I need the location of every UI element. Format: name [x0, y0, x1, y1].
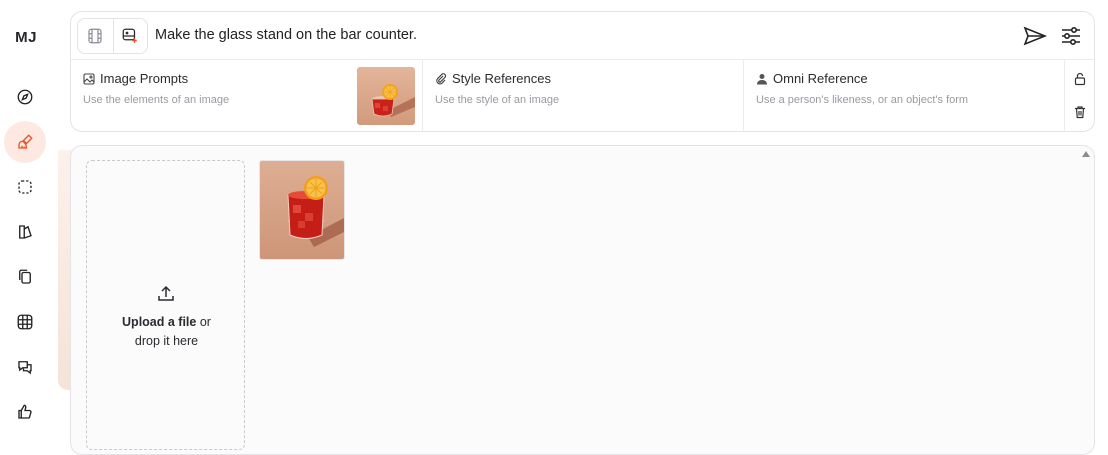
- image-reference-button[interactable]: [112, 19, 148, 53]
- uploaded-image[interactable]: [259, 160, 345, 260]
- selection-icon: [18, 180, 32, 194]
- image-add-icon: [122, 28, 137, 43]
- sidebar: MJ: [0, 0, 52, 441]
- upload-instructions: Upload a file or drop it here: [122, 315, 211, 348]
- prompt-input[interactable]: Make the glass stand on the bar counter.: [155, 27, 417, 43]
- sidebar-item-explore[interactable]: [4, 76, 46, 118]
- style-references-subtitle: Use the style of an image: [435, 94, 560, 106]
- upload-dropzone[interactable]: Upload a file or drop it here: [86, 160, 245, 450]
- prompt-card: Make the glass stand on the bar counter.…: [70, 11, 1095, 132]
- send-icon[interactable]: [1023, 25, 1047, 47]
- image-prompts-title: Image Prompts: [100, 71, 189, 86]
- unlock-icon[interactable]: [1073, 72, 1087, 86]
- image-prompts-header: Image Prompts: [83, 71, 188, 86]
- grid-icon: [17, 314, 33, 330]
- paperclip-icon: [436, 72, 447, 84]
- omni-reference-subtitle: Use a person's likeness, or an object's …: [756, 94, 969, 106]
- sidebar-item-organize[interactable]: [4, 211, 46, 253]
- image-prompts-section[interactable]: Image Prompts Use the elements of an ima…: [71, 60, 423, 131]
- sidebar-item-create[interactable]: [4, 121, 46, 163]
- copy-icon: [19, 269, 31, 284]
- image-prompts-subtitle: Use the elements of an image: [83, 94, 230, 106]
- reference-row: Image Prompts Use the elements of an ima…: [71, 60, 1094, 131]
- image-prompt-thumbnail[interactable]: [357, 67, 415, 125]
- image-icon: [83, 72, 95, 85]
- thumbs-up-icon: [18, 404, 32, 419]
- cocktail-image: [260, 161, 344, 259]
- style-references-title: Style References: [452, 71, 551, 86]
- brush-icon: [18, 134, 33, 149]
- image-library-panel: Upload a file or drop it here: [70, 145, 1095, 455]
- settings-sliders-icon[interactable]: [1060, 25, 1082, 47]
- scroll-up-arrow[interactable]: [1082, 151, 1090, 157]
- sidebar-item-personalize[interactable]: [4, 256, 46, 298]
- reference-actions: [1065, 60, 1094, 131]
- prompt-bar: Make the glass stand on the bar counter.: [71, 12, 1094, 60]
- video-mode-button[interactable]: [78, 19, 113, 53]
- style-references-section[interactable]: Style References Use the style of an ima…: [423, 60, 744, 131]
- folder-edit-icon: [19, 225, 32, 239]
- upload-link[interactable]: Upload a file: [122, 315, 196, 329]
- sidebar-item-chat[interactable]: [4, 346, 46, 388]
- app-logo[interactable]: MJ: [0, 29, 52, 46]
- mode-toggle: [77, 18, 148, 54]
- film-icon: [88, 28, 102, 44]
- omni-reference-title: Omni Reference: [773, 71, 868, 86]
- compass-icon: [17, 89, 33, 105]
- style-references-header: Style References: [435, 71, 551, 86]
- trash-icon[interactable]: [1073, 105, 1087, 119]
- person-icon: [757, 73, 767, 84]
- sidebar-item-rate[interactable]: [4, 391, 46, 433]
- chat-icon: [18, 361, 32, 375]
- upload-icon: [158, 285, 174, 301]
- cocktail-image: [357, 67, 415, 125]
- sidebar-item-moodboards[interactable]: [4, 301, 46, 343]
- omni-reference-section[interactable]: Omni Reference Use a person's likeness, …: [744, 60, 1065, 131]
- omni-reference-header: Omni Reference: [756, 71, 868, 86]
- sidebar-item-edit[interactable]: [4, 166, 46, 208]
